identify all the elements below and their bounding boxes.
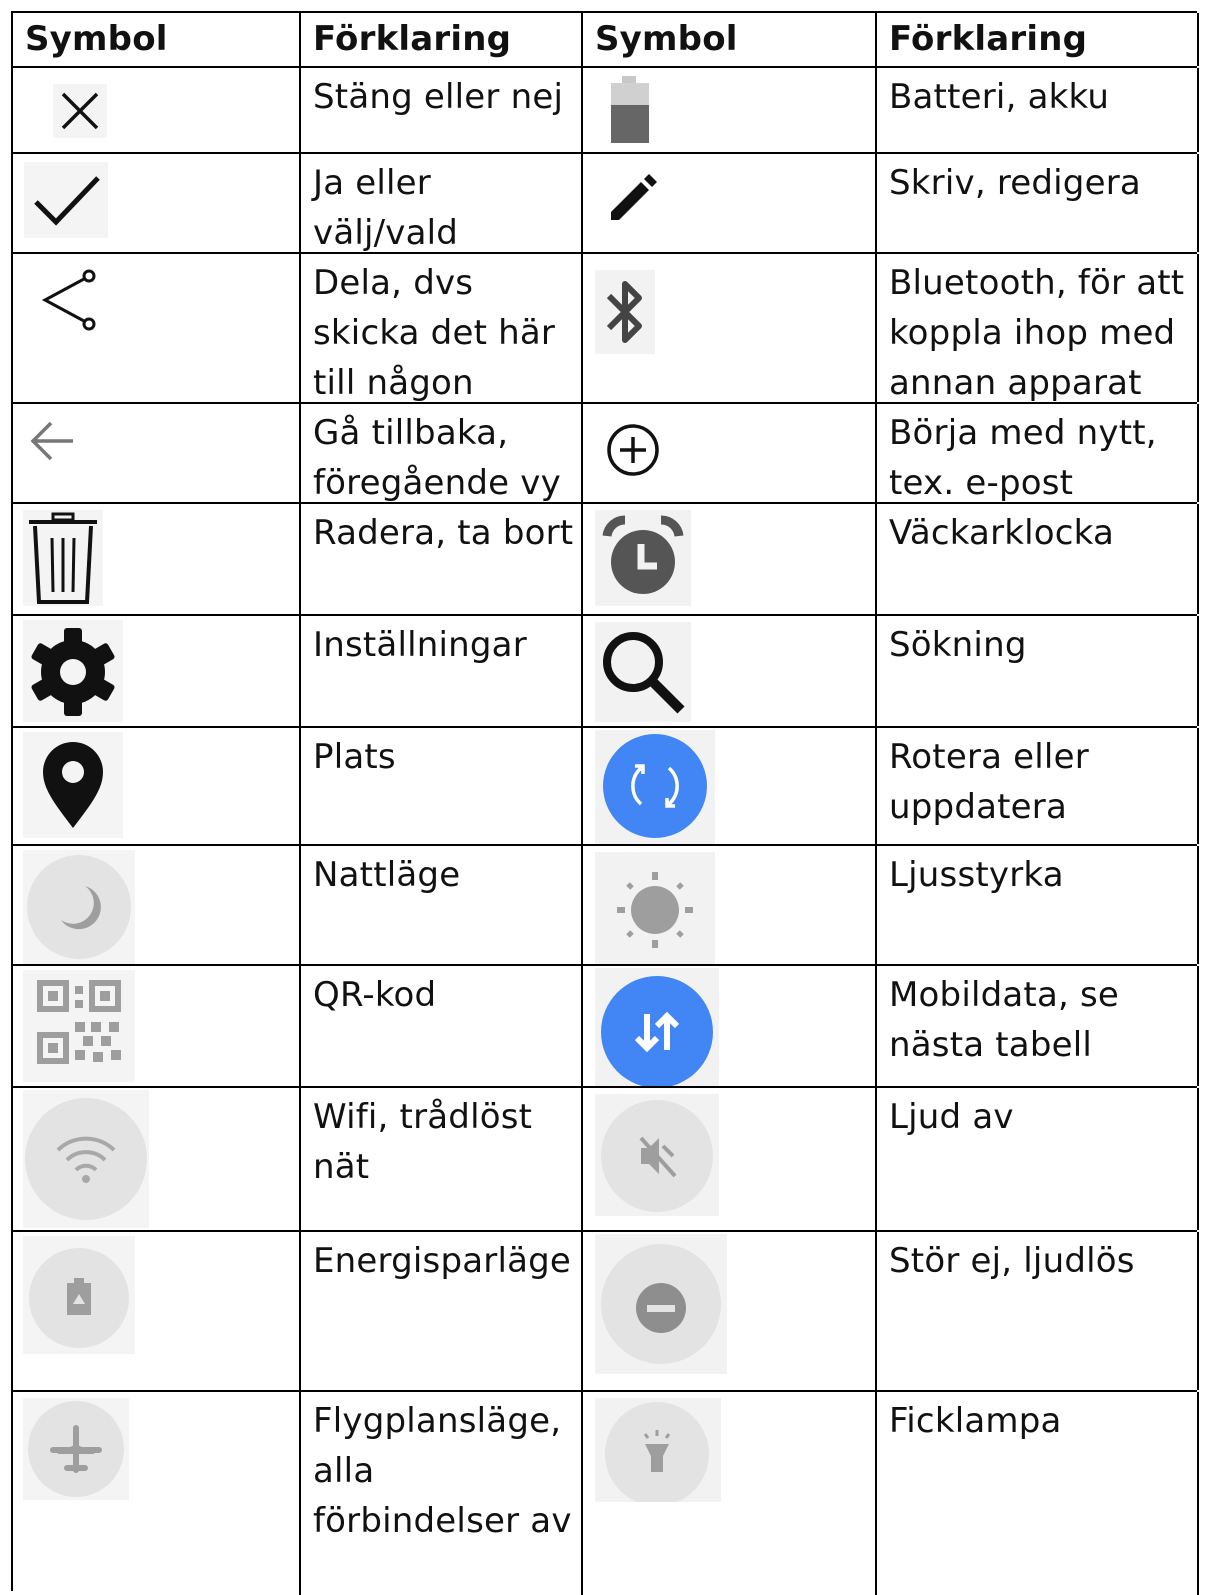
symbol-cell: [13, 1392, 301, 1595]
trash-icon: [23, 510, 103, 606]
explanation-text: Stör ej, ljudlös: [877, 1232, 1199, 1390]
search-icon: [595, 622, 691, 722]
symbol-cell: [583, 404, 877, 502]
symbol-cell: [583, 254, 877, 402]
arrow-back-icon: [29, 418, 79, 464]
explanation-text: QR-kod: [301, 966, 583, 1086]
header-explanation-1: Förklaring: [301, 13, 583, 66]
table-row: Radera, ta bort Väckarklocka: [13, 504, 1199, 616]
do-not-disturb-icon: [595, 1234, 727, 1374]
symbol-cell: [13, 846, 301, 964]
explanation-text: Nattläge: [301, 846, 583, 964]
battery-saver-icon: [23, 1236, 135, 1354]
brightness-icon: [595, 852, 715, 964]
symbol-cell: [583, 728, 877, 844]
symbol-cell: [583, 1392, 877, 1595]
symbol-cell: [583, 1232, 877, 1390]
explanation-text: Stäng eller nej: [301, 68, 583, 152]
explanation-text: Bluetooth, för att koppla ihop med annan…: [877, 254, 1199, 402]
share-icon: [37, 266, 101, 336]
explanation-text: Ja eller välj/vald: [301, 154, 583, 252]
table-row: Nattläge Ljusstyrka: [13, 846, 1199, 966]
symbol-cell: [13, 616, 301, 726]
close-icon: [53, 84, 107, 138]
table-row: Wifi, trådlöst nät Ljud av: [13, 1088, 1199, 1232]
table-row: Ja eller välj/vald Skriv, redigera: [13, 154, 1199, 254]
explanation-text: Radera, ta bort: [301, 504, 583, 614]
explanation-text: Ljusstyrka: [877, 846, 1199, 964]
symbol-cell: [583, 504, 877, 614]
symbol-cell: [13, 1232, 301, 1390]
explanation-text: Rotera eller uppdatera: [877, 728, 1199, 844]
symbol-cell: [13, 154, 301, 252]
symbol-cell: [583, 616, 877, 726]
alarm-clock-icon: [595, 510, 691, 606]
symbol-cell: [13, 254, 301, 402]
table-row: Flygplansläge, alla förbindelser av Fick…: [13, 1392, 1199, 1595]
symbol-cell: [13, 966, 301, 1086]
gear-icon: [23, 620, 123, 722]
explanation-text: Plats: [301, 728, 583, 844]
location-pin-icon: [23, 732, 123, 838]
table-row: Gå tillbaka, föregående vy Börja med nyt…: [13, 404, 1199, 504]
symbol-cell: [13, 728, 301, 844]
symbol-cell: [13, 504, 301, 614]
explanation-text: Flygplansläge, alla förbindelser av: [301, 1392, 583, 1595]
flashlight-icon: [595, 1398, 721, 1502]
battery-icon: [605, 74, 655, 148]
symbol-cell: [583, 1088, 877, 1230]
header-symbol-2: Symbol: [583, 13, 877, 66]
explanation-text: Väckarklocka: [877, 504, 1199, 614]
symbol-cell: [13, 1088, 301, 1230]
explanation-text: Inställningar: [301, 616, 583, 726]
bluetooth-icon: [595, 270, 655, 354]
checkmark-icon: [24, 162, 108, 238]
symbol-cell: [583, 966, 877, 1086]
explanation-text: Ljud av: [877, 1088, 1199, 1230]
explanation-text: Dela, dvs skicka det här till någon: [301, 254, 583, 402]
explanation-text: Mobildata, se nästa tabell: [877, 966, 1199, 1086]
wifi-icon: [23, 1090, 149, 1228]
table-row: Stäng eller nej Batteri, akku: [13, 68, 1199, 154]
moon-icon: [23, 850, 135, 964]
explanation-text: Ficklampa: [877, 1392, 1199, 1595]
explanation-text: Sökning: [877, 616, 1199, 726]
explanation-text: Wifi, trådlöst nät: [301, 1088, 583, 1230]
symbol-table: Symbol Förklaring Symbol Förklaring Stän…: [11, 11, 1199, 1595]
table-row: QR-kod Mobildata, se nästa tabell: [13, 966, 1199, 1088]
pencil-icon: [605, 168, 663, 226]
symbol-cell: [13, 404, 301, 502]
airplane-icon: [23, 1398, 129, 1500]
qr-code-icon: [23, 970, 135, 1082]
explanation-text: Energisparläge: [301, 1232, 583, 1390]
rotate-icon: [595, 730, 715, 844]
table-row: Plats Rotera eller uppdatera: [13, 728, 1199, 846]
explanation-text: Börja med nytt, tex. e-post: [877, 404, 1199, 502]
symbol-cell: [13, 68, 301, 152]
table-row: Energisparläge Stör ej, ljudlös: [13, 1232, 1199, 1392]
explanation-text: Batteri, akku: [877, 68, 1199, 152]
symbol-cell: [583, 68, 877, 152]
header-symbol-1: Symbol: [13, 13, 301, 66]
add-circle-icon: [605, 422, 661, 478]
table-row: Dela, dvs skicka det här till någon Blue…: [13, 254, 1199, 404]
table-row: Inställningar Sökning: [13, 616, 1199, 728]
symbol-cell: [583, 846, 877, 964]
header-explanation-2: Förklaring: [877, 13, 1199, 66]
explanation-text: Gå tillbaka, föregående vy: [301, 404, 583, 502]
explanation-text: Skriv, redigera: [877, 154, 1199, 252]
mobile-data-icon: [595, 968, 719, 1086]
table-header-row: Symbol Förklaring Symbol Förklaring: [13, 13, 1199, 68]
symbol-cell: [583, 154, 877, 252]
sound-off-icon: [595, 1094, 719, 1216]
